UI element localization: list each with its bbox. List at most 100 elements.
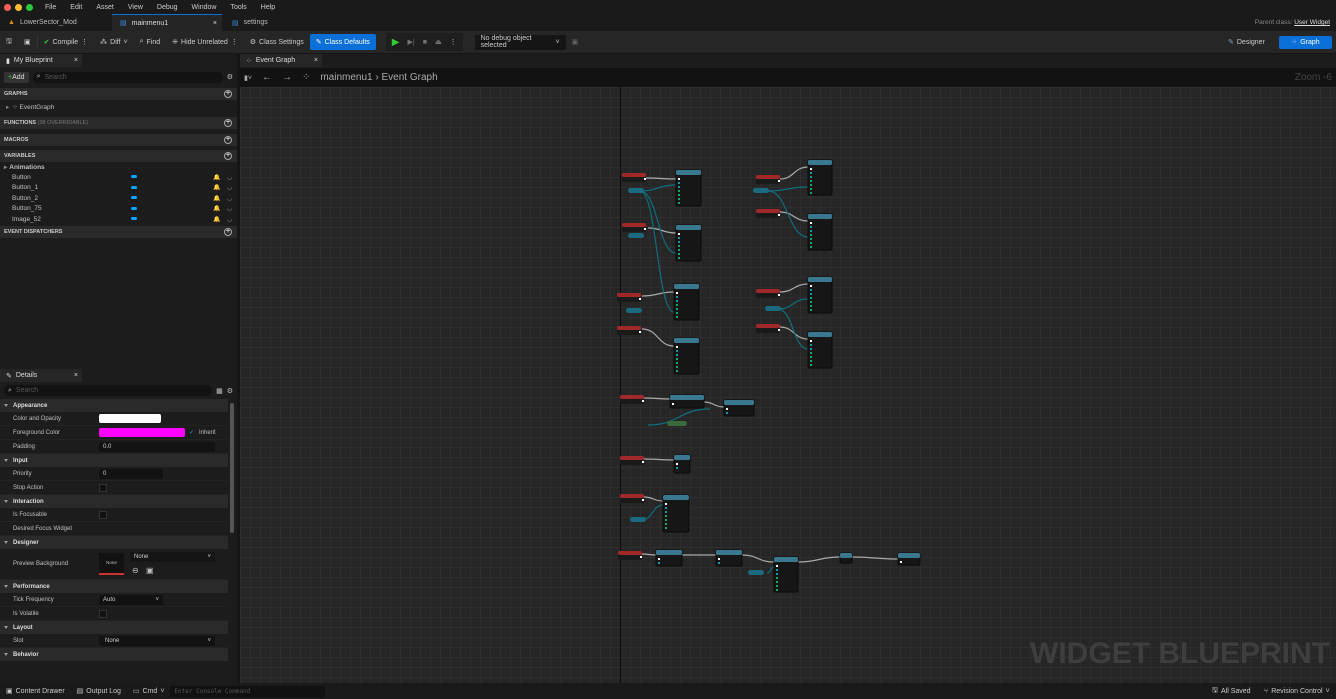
eye-closed-icon[interactable]: ◡	[227, 205, 232, 212]
section-macros[interactable]: MACROS +	[0, 134, 237, 146]
close-tab-icon[interactable]: ×	[74, 57, 78, 64]
table-view-icon[interactable]: ▦	[216, 387, 223, 395]
menu-asset[interactable]: Asset	[96, 4, 114, 11]
tab-lowersector-mod[interactable]: ▲ LowerSector_Mod	[0, 14, 110, 31]
blueprint-search-input[interactable]: ⌕ Search	[32, 71, 223, 83]
parent-class-link[interactable]: User Widget	[1294, 19, 1330, 26]
variable-item[interactable]: Button_75 🔔 ◡	[0, 204, 237, 214]
find-button[interactable]: ⌕ Find	[134, 34, 167, 50]
preview-thumbnail[interactable]: None	[99, 553, 124, 575]
settings-gear-icon[interactable]: ⚙	[227, 73, 233, 81]
details-scrollbar[interactable]	[230, 403, 234, 533]
menu-tools[interactable]: Tools	[230, 4, 246, 11]
section-input[interactable]: Input	[0, 454, 228, 467]
menu-debug[interactable]: Debug	[157, 4, 178, 11]
eye-closed-icon[interactable]: ◡	[227, 216, 232, 223]
property-desired-focus-widget[interactable]: Desired Focus Widget	[0, 522, 228, 536]
menu-file[interactable]: File	[45, 4, 56, 11]
section-event-dispatchers[interactable]: EVENT DISPATCHERS +	[0, 226, 237, 239]
section-layout[interactable]: Layout	[0, 621, 228, 634]
back-arrow-icon[interactable]: ←	[262, 72, 272, 83]
graph-item-eventgraph[interactable]: ▸ ⁘ EventGraph	[0, 100, 237, 114]
cmd-select[interactable]: ▭ Cmd ˅	[127, 687, 171, 696]
tab-details[interactable]: ✎ Details ×	[0, 369, 82, 382]
class-defaults-button[interactable]: ✎ Class Defaults	[309, 34, 376, 50]
eject-icon[interactable]: ⏏	[435, 38, 442, 46]
output-log-button[interactable]: ▤ Output Log	[71, 687, 127, 696]
eye-closed-icon[interactable]: ◡	[227, 184, 232, 191]
variable-item[interactable]: Button_2 🔔 ◡	[0, 193, 237, 203]
diff-button[interactable]: ⁂ Diff ˅	[94, 34, 133, 50]
is-focusable-checkbox[interactable]	[99, 510, 107, 519]
section-appearance[interactable]: Appearance	[0, 399, 228, 412]
bell-icon[interactable]: 🔔	[213, 174, 220, 181]
designer-button[interactable]: ✎ Designer	[1222, 34, 1271, 50]
revision-control-button[interactable]: ⑂ Revision Control ˅	[1258, 688, 1336, 695]
browse-icon[interactable]: ▣	[18, 34, 37, 50]
tab-mainmenu1[interactable]: ▤ mainmenu1 ×	[112, 14, 222, 31]
section-interaction[interactable]: Interaction	[0, 495, 228, 508]
save-icon[interactable]: 🖫	[0, 34, 18, 50]
step-icon[interactable]: ▶|	[408, 38, 415, 46]
tab-settings[interactable]: ▤ settings	[224, 14, 324, 31]
settings-gear-icon[interactable]: ⚙	[227, 387, 233, 395]
preview-background-select[interactable]: None ˅	[130, 552, 215, 562]
browse-icon[interactable]: ▣	[146, 566, 154, 575]
add-graph-icon[interactable]: +	[224, 90, 232, 98]
variable-item[interactable]: Button_1 🔔 ◡	[0, 183, 237, 193]
close-window-button[interactable]	[4, 3, 11, 11]
color-swatch-white[interactable]	[99, 414, 161, 423]
reset-arrow-icon[interactable]: ⊖	[132, 566, 139, 575]
event-graph-canvas[interactable]: WIDGET BLUEPRINT	[240, 87, 1336, 683]
forward-arrow-icon[interactable]: →	[282, 72, 292, 83]
maximize-window-button[interactable]	[26, 3, 33, 11]
play-icon[interactable]: ▶	[392, 37, 400, 48]
is-volatile-checkbox[interactable]	[99, 609, 107, 618]
section-performance[interactable]: Performance	[0, 580, 228, 593]
priority-input[interactable]: 0	[99, 468, 163, 479]
content-drawer-button[interactable]: ▣ Content Drawer	[0, 687, 71, 696]
tab-event-graph[interactable]: ⁘ Event Graph ×	[240, 54, 322, 67]
graph-button[interactable]: ⁘ Graph	[1279, 35, 1332, 49]
slot-select[interactable]: None ˅	[99, 635, 215, 646]
add-function-icon[interactable]: +	[224, 119, 232, 127]
hide-unrelated-button[interactable]: ⁜ Hide Unrelated ⋮	[166, 34, 244, 50]
tick-frequency-select[interactable]: Auto ˅	[99, 594, 163, 605]
section-graphs[interactable]: GRAPHS +	[0, 88, 237, 100]
close-tab-icon[interactable]: ×	[213, 20, 217, 27]
bell-icon[interactable]: 🔔	[213, 184, 220, 191]
add-dispatcher-icon[interactable]: +	[224, 228, 232, 237]
section-designer[interactable]: Designer	[0, 536, 228, 549]
variable-category-animations[interactable]: ▸ Animations	[0, 162, 237, 172]
console-input[interactable]: Enter Console Command	[170, 685, 326, 697]
debug-browse-icon[interactable]: ▣	[566, 34, 585, 50]
bell-icon[interactable]: 🔔	[213, 205, 220, 212]
all-saved-button[interactable]: 🖫 All Saved	[1206, 686, 1257, 697]
eye-closed-icon[interactable]: ◡	[227, 195, 232, 202]
compile-button[interactable]: ✔ Compile ⋮	[38, 34, 95, 50]
tab-my-blueprint[interactable]: ▮ My Blueprint ×	[0, 54, 82, 67]
bell-icon[interactable]: 🔔	[213, 195, 220, 202]
color-swatch-magenta[interactable]	[99, 428, 185, 437]
close-tab-icon[interactable]: ×	[74, 372, 78, 379]
minimize-window-button[interactable]	[15, 3, 22, 11]
menu-window[interactable]: Window	[192, 4, 217, 11]
menu-view[interactable]: View	[128, 4, 143, 11]
menu-edit[interactable]: Edit	[70, 4, 82, 11]
inherit-checkbox[interactable]: ✓	[189, 429, 194, 436]
eye-closed-icon[interactable]: ◡	[227, 174, 232, 181]
section-functions[interactable]: FUNCTIONS (38 OVERRIDABLE) +	[0, 117, 237, 129]
padding-input[interactable]: 0.0	[99, 441, 215, 452]
details-search-input[interactable]: ⌕ Search	[4, 385, 213, 396]
add-macro-icon[interactable]: +	[224, 136, 232, 144]
variable-item[interactable]: Button 🔔 ◡	[0, 172, 237, 182]
close-tab-icon[interactable]: ×	[314, 57, 318, 64]
stop-icon[interactable]: ■	[423, 39, 427, 46]
add-button[interactable]: +Add	[4, 71, 29, 83]
bell-icon[interactable]: 🔔	[213, 216, 220, 223]
section-behavior[interactable]: Behavior	[0, 648, 228, 661]
stop-action-checkbox[interactable]	[99, 483, 107, 492]
variable-item[interactable]: Image_52 🔔 ◡	[0, 214, 237, 224]
more-icon[interactable]: ⋮	[450, 38, 457, 46]
section-variables[interactable]: VARIABLES +	[0, 150, 237, 162]
